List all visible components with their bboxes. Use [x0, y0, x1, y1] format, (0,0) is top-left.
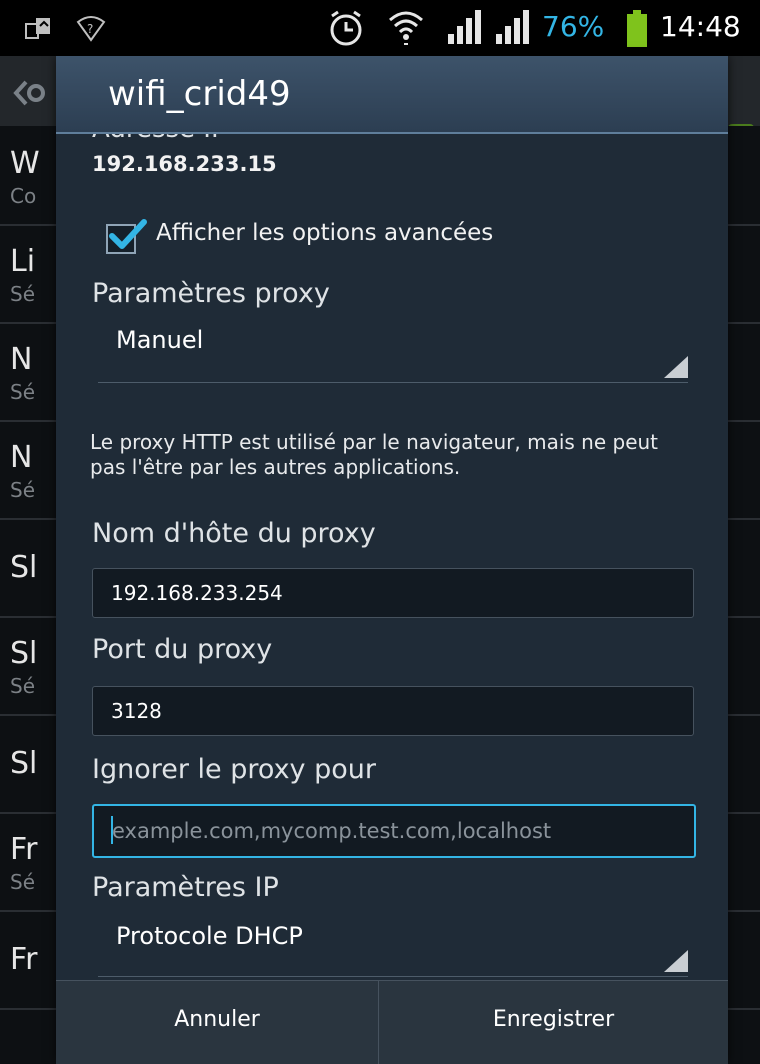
proxy-settings-label: Paramètres proxy — [92, 278, 330, 309]
background-list-item-title: Sl — [10, 636, 38, 671]
wifi-icon — [389, 11, 423, 45]
ip-settings-value: Protocole DHCP — [116, 922, 303, 950]
bypass-proxy-label: Ignorer le proxy pour — [92, 754, 376, 785]
clock: 14:48 — [660, 10, 741, 43]
proxy-settings-value: Manuel — [116, 326, 204, 354]
dropdown-triangle-icon — [664, 356, 688, 378]
background-list-item-subtitle: Sé — [10, 282, 35, 306]
proxy-hostname-input[interactable] — [111, 569, 686, 617]
save-button-label: Enregistrer — [492, 1007, 615, 1032]
battery-icon — [627, 10, 647, 47]
proxy-port-field[interactable] — [92, 686, 694, 736]
dialog-title: wifi_crid49 — [108, 74, 291, 114]
background-list-item-subtitle: Co — [10, 184, 37, 208]
status-bar: ? 76% 14:48 — [0, 0, 760, 56]
background-list-item-title: Li — [10, 244, 36, 279]
background-list-item-title: N — [10, 342, 33, 377]
dialog-title-bar: wifi_crid49 — [56, 56, 728, 134]
advanced-options-checkbox[interactable] — [106, 218, 147, 254]
ip-settings-label: Paramètres IP — [92, 872, 279, 903]
alarm-icon — [330, 10, 362, 46]
bypass-proxy-field[interactable] — [92, 804, 696, 858]
dialog-scroll-body[interactable]: Adresse IP 192.168.233.15 Afficher les o… — [56, 134, 728, 978]
background-list-item-subtitle: Sé — [10, 380, 35, 404]
background-list-item-title: N — [10, 440, 33, 475]
wifi-network-dialog: wifi_crid49 Adresse IP 192.168.233.15 Af… — [56, 56, 728, 1064]
proxy-port-input[interactable] — [111, 687, 686, 735]
background-list-item-title: Fr — [10, 832, 38, 867]
proxy-hostname-field[interactable] — [92, 568, 694, 618]
background-list-item-title: Sl — [10, 746, 38, 781]
signal-icon — [448, 10, 481, 44]
save-button[interactable]: Enregistrer — [379, 981, 728, 1064]
background-list-item-subtitle: Sé — [10, 674, 35, 698]
dialog-button-bar: Annuler Enregistrer — [56, 980, 728, 1064]
checkmark-icon — [109, 219, 147, 249]
ip-address-label: Adresse IP — [92, 134, 227, 144]
advanced-options-label[interactable]: Afficher les options avancées — [156, 220, 493, 246]
ip-settings-spinner[interactable]: Protocole DHCP — [98, 914, 688, 977]
signal-icon — [496, 10, 529, 44]
screenshot-icon — [25, 18, 50, 39]
cancel-button[interactable]: Annuler — [56, 981, 378, 1064]
proxy-hostname-label: Nom d'hôte du proxy — [92, 518, 376, 549]
proxy-settings-spinner[interactable]: Manuel — [98, 320, 688, 383]
proxy-help-text: Le proxy HTTP est utilisé par le navigat… — [90, 430, 659, 479]
cancel-button-label: Annuler — [174, 1007, 260, 1032]
bypass-proxy-input[interactable] — [112, 806, 687, 856]
background-list-item-subtitle: Sé — [10, 870, 35, 894]
svg-text:?: ? — [87, 22, 93, 36]
battery-percent: 76% — [542, 10, 605, 43]
proxy-port-label: Port du proxy — [92, 634, 273, 665]
dropdown-triangle-icon — [664, 950, 688, 972]
background-list-item-title: Sl — [10, 550, 38, 585]
ip-address-value: 192.168.233.15 — [92, 152, 277, 176]
background-list-item-subtitle: Sé — [10, 478, 35, 502]
background-list-item-title: W — [10, 146, 40, 181]
wifi-question-icon: ? — [76, 16, 106, 42]
background-list-item-title: Fr — [10, 942, 38, 977]
back-icon — [13, 80, 45, 106]
